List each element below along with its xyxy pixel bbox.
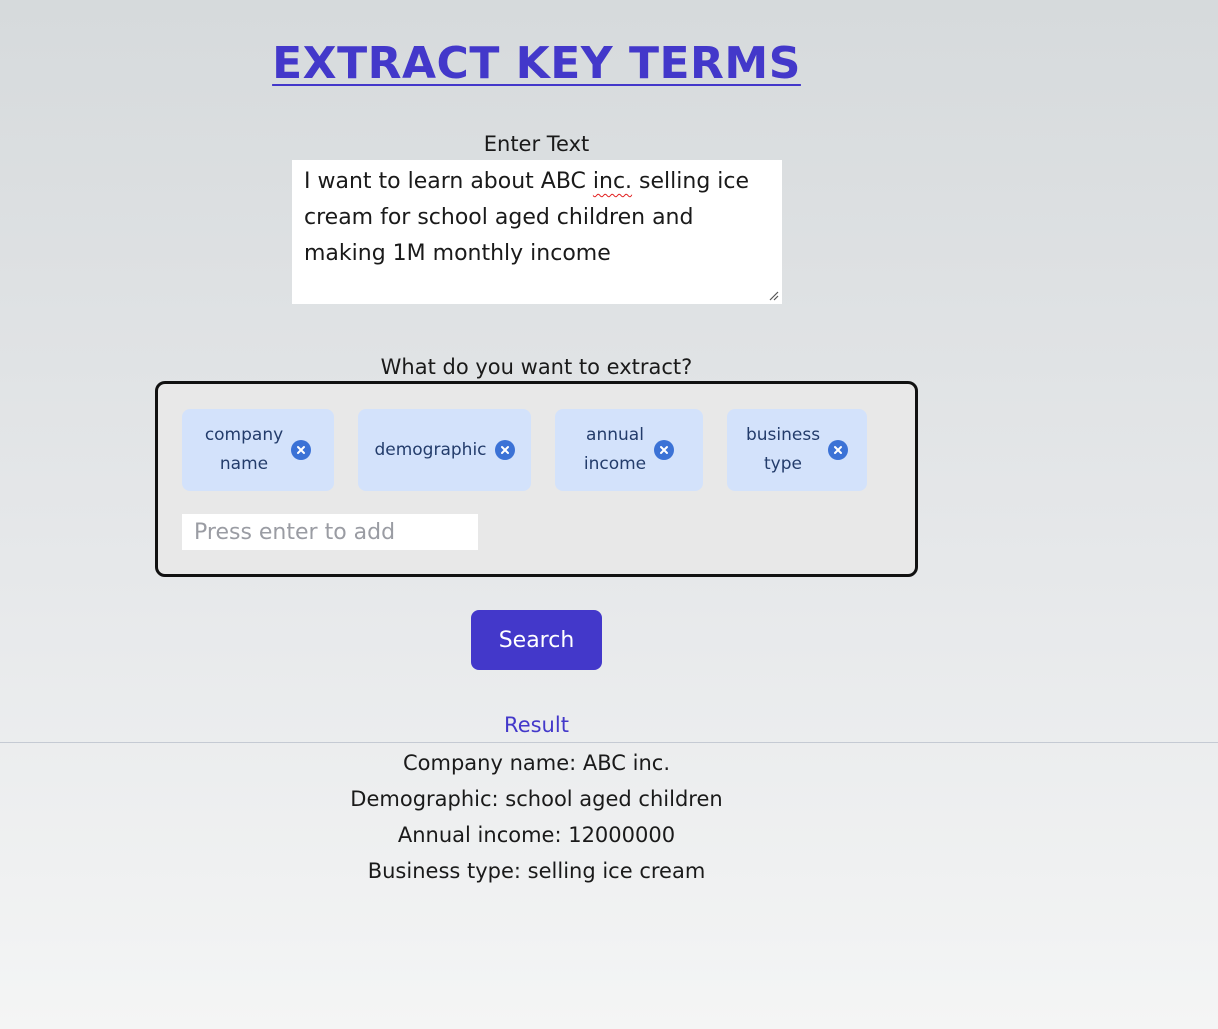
resize-handle-icon[interactable] — [769, 291, 779, 301]
misspelled-word[interactable]: inc. — [593, 169, 632, 194]
search-button[interactable]: Search — [471, 610, 602, 670]
result-line: Business type: selling ice cream — [367, 859, 706, 883]
close-circle-icon[interactable] — [828, 440, 849, 460]
result-line: Annual income: 12000000 — [397, 823, 676, 847]
add-term-input[interactable] — [182, 514, 478, 550]
result-line: Company name: ABC inc. — [403, 751, 670, 775]
chip-label: annual income — [583, 425, 647, 474]
chip-company-name: company name — [182, 409, 334, 491]
result-divider — [0, 742, 1218, 743]
enter-text-label: Enter Text — [483, 132, 590, 156]
chip-annual-income: annual income — [555, 409, 703, 491]
text-input-start: I want to learn about ABC — [304, 169, 593, 194]
chip-label: demographic — [374, 439, 487, 460]
close-circle-icon[interactable] — [654, 440, 675, 460]
tag-input-box[interactable]: company name demographic annual income b… — [155, 381, 918, 577]
chip-label: business type — [745, 425, 821, 474]
extract-label: What do you want to extract? — [380, 355, 693, 379]
page-title[interactable]: EXTRACT KEY TERMS — [0, 36, 1073, 92]
chip-business-type: business type — [727, 409, 867, 491]
chip-label: company name — [204, 425, 284, 474]
chip-demographic: demographic — [358, 409, 531, 491]
result-line: Demographic: school aged children — [350, 787, 723, 811]
text-input[interactable]: I want to learn about ABC inc. selling i… — [292, 160, 782, 304]
result-heading: Result — [504, 713, 569, 737]
close-circle-icon[interactable] — [291, 440, 312, 460]
result-list: Company name: ABC inc. Demographic: scho… — [0, 745, 1073, 889]
close-circle-icon[interactable] — [494, 440, 515, 460]
